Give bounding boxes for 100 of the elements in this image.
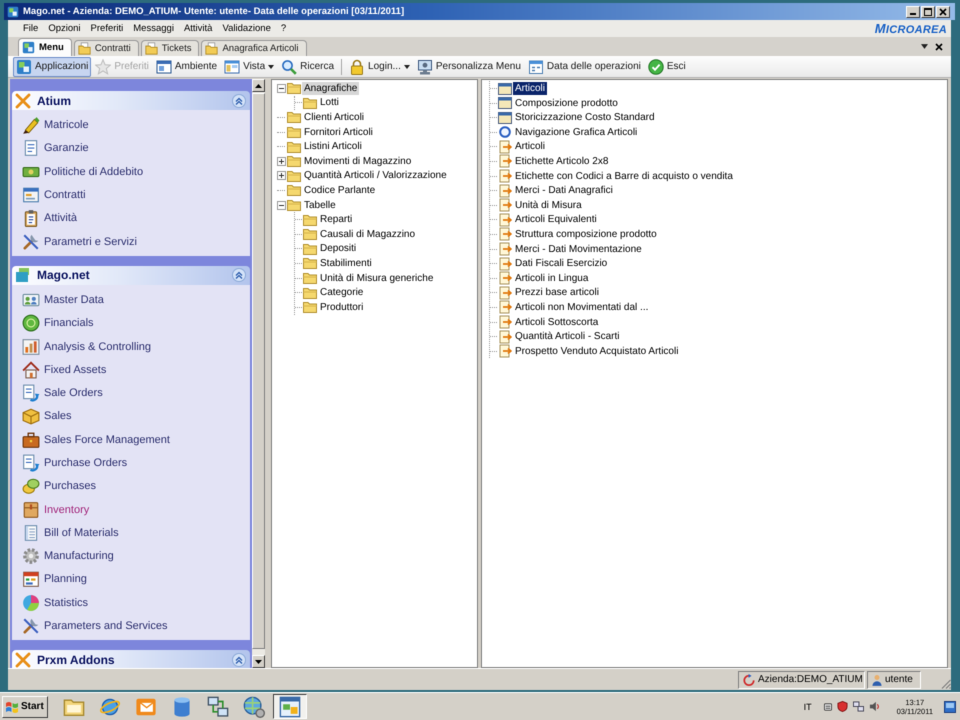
close-button[interactable] — [936, 6, 950, 18]
list-item[interactable]: Etichette con Codici a Barre di acquisto o vendita — [513, 170, 735, 183]
expand-icon[interactable] — [276, 156, 286, 166]
list-item[interactable]: Dati Fiscali Esercizio — [513, 257, 610, 270]
tab[interactable]: Contratti — [74, 40, 139, 56]
toolbar-button[interactable]: Personalizza Menu — [414, 56, 524, 76]
tree-item[interactable]: Produttori — [318, 300, 366, 314]
minimize-button[interactable] — [906, 6, 920, 18]
tab[interactable]: Anagrafica Articoli — [201, 40, 306, 56]
list-item[interactable]: Etichette Articolo 2x8 — [513, 154, 610, 168]
close-icon[interactable] — [935, 42, 943, 50]
tree-item[interactable]: Anagrafiche — [302, 82, 360, 95]
tree-item[interactable]: Codice Parlante — [302, 184, 378, 197]
menu-item[interactable]: Preferiti — [86, 22, 128, 35]
sidebar-item[interactable]: Planning — [22, 568, 250, 592]
toolbar-button[interactable]: Vista — [221, 56, 278, 76]
sidebar-item[interactable]: Analysis & Controlling — [22, 334, 250, 358]
sidebar-item[interactable]: Master Data — [22, 288, 250, 312]
caret-icon[interactable] — [921, 44, 928, 49]
tree-item[interactable]: Quantità Articoli / Valorizzazione — [302, 169, 449, 182]
list-item[interactable]: Quantità Articoli - Scarti — [513, 330, 622, 344]
keyboard-icon[interactable] — [824, 702, 832, 712]
menu-item[interactable]: Messaggi — [128, 22, 179, 35]
list-item[interactable]: Struttura composizione prodotto — [513, 228, 659, 241]
menu-item[interactable]: File — [18, 22, 44, 35]
sidebar-item[interactable]: Sales Force Management — [22, 428, 250, 452]
sidebar-item[interactable]: Fixed Assets — [22, 358, 250, 382]
tree-item[interactable]: Clienti Articoli — [302, 110, 366, 124]
sidebar-item[interactable]: Garanzie — [22, 136, 250, 160]
list-item[interactable]: Articoli Sottoscorta — [513, 316, 600, 328]
list-item[interactable]: Composizione prodotto — [513, 96, 620, 110]
start-button[interactable]: Start — [2, 696, 48, 718]
tree-item[interactable]: Listini Articoli — [302, 140, 364, 154]
network-icon[interactable] — [852, 701, 864, 712]
sidebar-item[interactable]: Matricole — [22, 114, 250, 137]
chevron-up-icon[interactable] — [232, 652, 246, 667]
sidebar-item[interactable]: Attività — [22, 206, 250, 230]
menu-item[interactable]: Opzioni — [43, 22, 86, 35]
sidebar-item[interactable]: Financials — [22, 312, 250, 335]
toolbar-button[interactable]: Data delle operazioni — [524, 56, 644, 76]
tree-item[interactable]: Causali di Magazzino — [318, 228, 418, 241]
tree-item[interactable]: Stabilimenti — [318, 256, 374, 270]
list-item[interactable]: Unità di Misura — [513, 198, 584, 212]
menu-item[interactable]: Attività — [178, 22, 218, 35]
expand-icon[interactable] — [276, 171, 286, 180]
tab[interactable]: Menu — [18, 38, 72, 56]
tree-item[interactable]: Lotti — [318, 96, 341, 110]
tree-item[interactable]: Reparti — [318, 213, 354, 226]
scroll-up-button[interactable] — [252, 79, 265, 92]
sidebar-item[interactable]: Inventory — [22, 498, 250, 522]
toolbar-button[interactable]: Ricerca — [278, 56, 338, 76]
group-header[interactable]: Prxm Addons — [12, 650, 250, 668]
list-item[interactable]: Articoli non Movimentati dal ... — [513, 300, 650, 314]
tree-item[interactable]: Depositi — [318, 242, 358, 256]
tree-item[interactable]: Movimenti di Magazzino — [302, 154, 414, 168]
speaker-icon[interactable] — [868, 701, 880, 712]
list-item[interactable]: Prezzi base articoli — [513, 286, 601, 300]
sidebar-item[interactable]: Manufacturing — [22, 544, 250, 568]
list-item[interactable]: Articoli Equivalenti — [513, 213, 599, 226]
collapse-icon[interactable] — [276, 200, 286, 210]
toolbar-button[interactable]: Applicazioni — [13, 56, 92, 76]
toolbar-button[interactable]: Ambiente — [152, 56, 220, 76]
tab[interactable]: Tickets — [140, 40, 200, 56]
sidebar-item[interactable]: Purchases — [22, 474, 250, 498]
collapse-icon[interactable] — [276, 84, 286, 93]
tree-item[interactable]: Tabelle — [302, 198, 338, 212]
chevron-up-icon[interactable] — [232, 94, 246, 108]
list-item[interactable]: Articoli — [513, 82, 548, 95]
desktop-icon[interactable] — [944, 700, 956, 712]
list-item[interactable]: Merci - Dati Movimentazione — [513, 242, 644, 256]
list-item[interactable]: Merci - Dati Anagrafici — [513, 184, 615, 198]
menu-item[interactable]: Validazione — [217, 22, 276, 35]
taskbar-button[interactable] — [272, 694, 307, 719]
tree-item[interactable]: Fornitori Articoli — [302, 126, 375, 139]
language-indicator[interactable]: IT — [804, 702, 812, 712]
sidebar-item[interactable]: Politiche di Addebito — [22, 160, 250, 184]
list-item[interactable]: Articoli — [513, 140, 548, 154]
sidebar-item[interactable]: Sales — [22, 404, 250, 428]
sidebar-item[interactable]: Parameters and Services — [22, 614, 250, 638]
sidebar-item[interactable]: Bill of Materials — [22, 521, 250, 545]
maximize-button[interactable] — [921, 6, 935, 18]
tree-item[interactable]: Categorie — [318, 286, 366, 300]
group-header[interactable]: Mago.net — [12, 266, 250, 285]
scroll-down-button[interactable] — [252, 655, 265, 668]
resize-grip-icon[interactable] — [939, 676, 951, 688]
list-item[interactable]: Storicizzazione Costo Standard — [513, 111, 657, 124]
group-header[interactable]: Atium — [12, 91, 250, 110]
sidebar-item[interactable]: Sale Orders — [22, 381, 250, 405]
sidebar-item[interactable]: Parametri e Servizi — [22, 230, 250, 254]
toolbar-button[interactable]: Esci — [644, 56, 689, 76]
sidebar-item[interactable]: Purchase Orders — [22, 451, 250, 475]
menu-item[interactable]: ? — [276, 22, 292, 35]
shield-icon[interactable] — [836, 701, 848, 712]
sidebar-item[interactable]: Statistics — [22, 591, 250, 614]
toolbar-button[interactable]: Login... — [346, 56, 413, 76]
chevron-up-icon[interactable] — [232, 268, 246, 282]
list-item[interactable]: Navigazione Grafica Articoli — [513, 126, 640, 139]
tree-item[interactable]: Unità di Misura generiche — [318, 272, 436, 285]
list-item[interactable]: Articoli in Lingua — [513, 272, 590, 285]
list-item[interactable]: Prospetto Venduto Acquistato Articoli — [513, 344, 680, 358]
